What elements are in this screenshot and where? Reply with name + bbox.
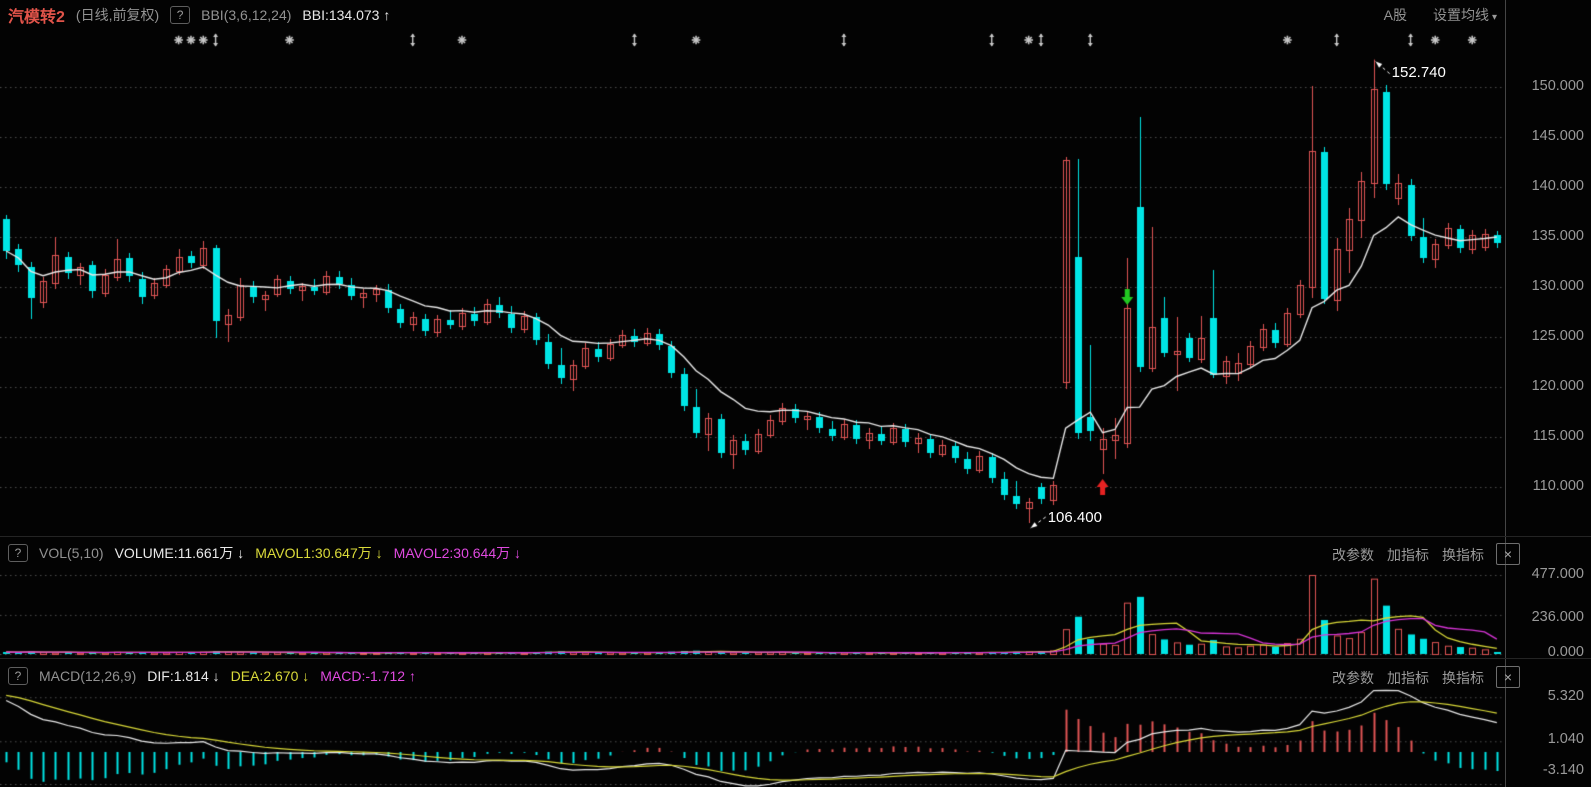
price-axis-label: 110.000 (1532, 478, 1584, 494)
price-axis-label: 125.000 (1531, 328, 1584, 344)
macd-axis-label: 5.320 (1547, 688, 1584, 704)
macd-value: MACD:-1.712 ↑ (320, 668, 416, 684)
ma-settings-label: 设置均线 (1432, 7, 1489, 23)
volume-value: VOLUME:11.661万 ↓ (114, 545, 245, 561)
indicator-params: BBI(3,6,12,24) (201, 7, 292, 23)
market-label[interactable]: A股 (1384, 5, 1407, 25)
close-icon[interactable]: × (1496, 666, 1520, 688)
price-axis-label: 130.000 (1531, 278, 1584, 294)
vol-pane-header: ? VOL(5,10) VOLUME:11.661万 ↓ MAVOL1:30.6… (0, 541, 521, 565)
add-indicator-button[interactable]: 加指标 (1387, 545, 1429, 565)
switch-indicator-button[interactable]: 换指标 (1442, 545, 1484, 565)
ma-settings-dropdown[interactable]: 设置均线 ▾ (1433, 5, 1497, 25)
low-price-annotation: 106.400 (1047, 509, 1102, 526)
pane-divider-vol-macd (0, 658, 1591, 659)
header-right-group: A股 设置均线 ▾ (1384, 3, 1497, 27)
macd-axis-label: 1.040 (1547, 731, 1584, 747)
macd-pane-header: ? MACD(12,26,9) DIF:1.814 ↓ DEA:2.670 ↓ … (0, 664, 416, 688)
help-icon[interactable]: ? (8, 544, 28, 562)
help-icon[interactable]: ? (170, 6, 191, 24)
stock-chart-app: 汽模转2 (日线,前复权) ? BBI(3,6,12,24) BBI:134.0… (0, 0, 1591, 787)
chart-mode-label: (日线,前复权) (75, 7, 160, 23)
macd-axis-label: -3.140 (1542, 762, 1584, 778)
edit-params-button[interactable]: 改参数 (1332, 668, 1374, 688)
macd-indicator-name: MACD(12,26,9) (39, 668, 137, 684)
help-icon[interactable]: ? (8, 667, 28, 685)
price-axis-label: 140.000 (1531, 178, 1584, 194)
vol-axis-label: 0.000 (1547, 644, 1584, 660)
chevron-down-icon: ▾ (1491, 12, 1497, 23)
vol-indicator-name: VOL(5,10) (39, 545, 104, 561)
vol-axis-label: 236.000 (1531, 609, 1584, 625)
vol-pane-menu: 改参数 加指标 换指标 (1332, 545, 1484, 565)
price-axis-label: 115.000 (1532, 428, 1584, 444)
mavol2-value: MAVOL2:30.644万 ↓ (393, 545, 522, 561)
pane-divider-main-vol (0, 536, 1591, 537)
price-axis-label: 120.000 (1531, 378, 1584, 394)
mavol1-value: MAVOL1:30.647万 ↓ (255, 545, 383, 561)
price-axis-label: 135.000 (1531, 228, 1584, 244)
edit-params-button[interactable]: 改参数 (1332, 545, 1374, 565)
dea-value: DEA:2.670 ↓ (230, 668, 310, 684)
add-indicator-button[interactable]: 加指标 (1387, 668, 1429, 688)
main-header: 汽模转2 (日线,前复权) ? BBI(3,6,12,24) BBI:134.0… (0, 3, 390, 27)
vol-axis-label: 477.000 (1531, 566, 1584, 582)
close-icon[interactable]: × (1496, 543, 1520, 565)
high-price-annotation: 152.740 (1391, 63, 1446, 81)
macd-pane-menu: 改参数 加指标 换指标 (1332, 668, 1484, 688)
switch-indicator-button[interactable]: 换指标 (1442, 668, 1484, 688)
price-axis-label: 150.000 (1531, 78, 1584, 94)
dif-value: DIF:1.814 ↓ (147, 668, 220, 684)
price-axis-label: 145.000 (1531, 128, 1584, 144)
symbol-name: 汽模转2 (8, 9, 65, 26)
indicator-value: BBI:134.073 ↑ (302, 7, 391, 23)
